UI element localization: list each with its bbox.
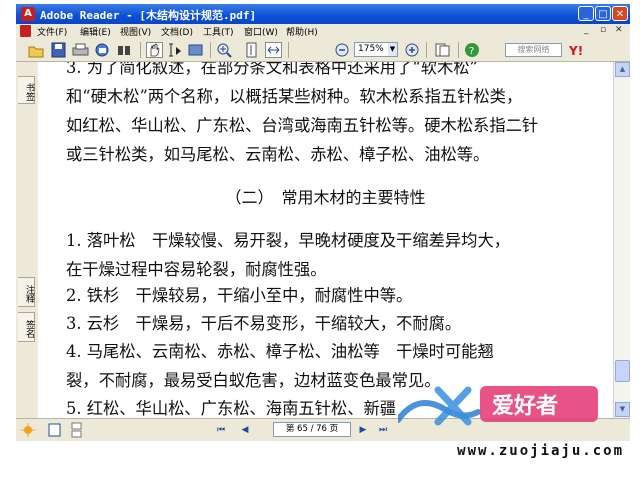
scroll-down-icon[interactable]: ▼ bbox=[615, 402, 630, 417]
window-title-bar: A Adobe Reader - [木结构设计规范.pdf] _ □ ✕ bbox=[16, 4, 630, 24]
email-icon[interactable] bbox=[94, 42, 111, 58]
zoom-in-icon[interactable] bbox=[404, 42, 421, 58]
svg-text:Y!: Y! bbox=[569, 44, 583, 58]
zoom-in-tool-icon[interactable] bbox=[216, 42, 233, 58]
menu-help[interactable]: 帮助(H) bbox=[286, 25, 318, 38]
paragraph-line: 或三针松类，如马尾松、云南松、赤松、樟子松、油松等。 bbox=[66, 145, 490, 164]
next-page-button[interactable]: ▶ bbox=[356, 423, 370, 437]
zoom-out-icon[interactable] bbox=[334, 42, 351, 58]
zoom-level-select[interactable]: 175% ▼ bbox=[354, 42, 398, 57]
paragraph-line: 如红松、华山松、广东松、台湾或海南五针松等。硬木松系指二针 bbox=[66, 116, 539, 135]
menu-edit[interactable]: 编辑(E) bbox=[80, 25, 111, 38]
vertical-scrollbar[interactable]: ▲ ▼ bbox=[613, 62, 630, 418]
menu-bar: 文件(F) 编辑(E) 视图(V) 文档(D) 工具(T) 窗口(W) 帮助(H… bbox=[16, 24, 630, 40]
doc-minimize-button[interactable]: _ bbox=[584, 25, 589, 35]
list-item: 4. 马尾松、云南松、赤松、樟子松、油松等 干燥时可能翘 bbox=[66, 342, 494, 361]
toolbar-separator bbox=[458, 42, 459, 58]
find-icon[interactable] bbox=[116, 42, 133, 58]
last-page-button[interactable]: ⏭ bbox=[376, 423, 390, 437]
chevron-down-icon[interactable]: ▼ bbox=[388, 43, 397, 56]
scrollbar-thumb[interactable] bbox=[615, 360, 630, 382]
sun-icon bbox=[20, 422, 37, 438]
list-item: 2. 铁杉 干燥较易，干缩小至中，耐腐性中等。 bbox=[66, 286, 413, 305]
continuous-page-icon[interactable] bbox=[68, 422, 85, 438]
toolbar-separator bbox=[426, 42, 427, 58]
zoom-value: 175% bbox=[358, 44, 384, 54]
menu-tools[interactable]: 工具(T) bbox=[203, 25, 234, 38]
watermark-logo: 爱好者 bbox=[395, 382, 608, 428]
menu-window[interactable]: 窗口(W) bbox=[244, 25, 278, 38]
help-icon[interactable]: ? bbox=[464, 42, 481, 58]
watermark-url: www.zuojiaju.com bbox=[457, 443, 624, 459]
close-button[interactable]: ✕ bbox=[612, 6, 628, 21]
open-icon[interactable] bbox=[28, 42, 45, 58]
navigation-pane: 书签 注释 签名 bbox=[16, 62, 39, 418]
tab-comments[interactable]: 注释 bbox=[18, 277, 35, 307]
select-text-icon[interactable] bbox=[167, 42, 184, 58]
page-number-field[interactable]: 第 65 / 76 页 bbox=[273, 422, 351, 437]
save-icon[interactable] bbox=[50, 42, 67, 58]
doc-restore-button[interactable]: ▫ bbox=[600, 25, 606, 35]
search-web-input[interactable]: 搜索网络 bbox=[505, 43, 562, 57]
toolbar-separator bbox=[140, 42, 141, 58]
adobe-reader-icon: A bbox=[21, 7, 35, 21]
window-title: Adobe Reader - [木结构设计规范.pdf] bbox=[40, 9, 257, 22]
list-item: 1. 落叶松 干燥较慢、易开裂，早晚材硬度及干缩差异均大， bbox=[66, 231, 511, 250]
paragraph-line: 3. 为了简化叙述，在部分条文和表格中还采用了“软木松” bbox=[66, 62, 478, 77]
fit-width-icon[interactable] bbox=[265, 42, 282, 58]
hand-tool-icon[interactable] bbox=[146, 42, 163, 58]
toolbar-separator bbox=[210, 42, 211, 58]
menu-file[interactable]: 文件(F) bbox=[37, 25, 67, 38]
document-icon bbox=[20, 25, 31, 37]
toolbar-separator bbox=[288, 42, 289, 58]
yahoo-icon[interactable]: Y! bbox=[568, 42, 586, 58]
tab-signatures[interactable]: 签名 bbox=[18, 312, 35, 342]
toolbar: 175% ▼ ? 搜索网络 Y! bbox=[16, 39, 630, 62]
list-item: 3. 云杉 干燥易，干后不易变形，干缩较大，不耐腐。 bbox=[66, 314, 462, 333]
pages-icon[interactable] bbox=[434, 42, 451, 58]
menu-document[interactable]: 文档(D) bbox=[161, 25, 193, 38]
watermark-text: 爱好者 bbox=[492, 393, 558, 419]
maximize-button[interactable]: □ bbox=[595, 6, 611, 21]
scroll-up-icon[interactable]: ▲ bbox=[615, 62, 630, 77]
svg-text:?: ? bbox=[469, 46, 474, 57]
menu-view[interactable]: 视图(V) bbox=[120, 25, 151, 38]
snapshot-icon[interactable] bbox=[187, 42, 204, 58]
first-page-button[interactable]: ⏮ bbox=[214, 423, 228, 437]
doc-close-button[interactable]: ✕ bbox=[615, 25, 623, 35]
minimize-button[interactable]: _ bbox=[578, 6, 594, 21]
list-item: 在干燥过程中容易轮裂，耐腐性强。 bbox=[66, 260, 327, 279]
print-icon[interactable] bbox=[72, 42, 89, 58]
section-heading: （二） 常用木材的主要特性 bbox=[225, 188, 426, 207]
fit-page-icon[interactable] bbox=[243, 42, 260, 58]
document-view[interactable]: 3. 为了简化叙述，在部分条文和表格中还采用了“软木松” 和“硬木松”两个名称，… bbox=[38, 62, 613, 418]
single-page-icon[interactable] bbox=[46, 422, 63, 438]
prev-page-button[interactable]: ◀ bbox=[238, 423, 252, 437]
tab-bookmarks[interactable]: 书签 bbox=[18, 76, 35, 104]
paragraph-line: 和“硬木松”两个名称，以概括某些树种。软木松系指五针松类， bbox=[66, 87, 523, 106]
